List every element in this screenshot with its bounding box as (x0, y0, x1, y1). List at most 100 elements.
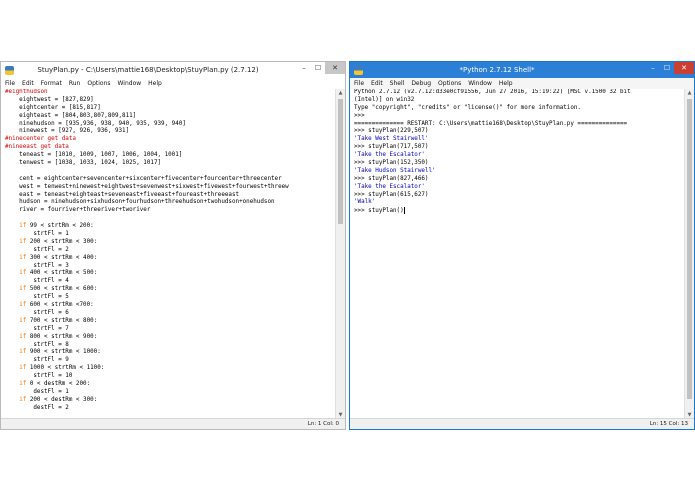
close-button[interactable]: ✕ (674, 62, 694, 74)
code-line: #nineeast get data (5, 144, 69, 151)
shell-line: 'Take West Stairwell' (354, 136, 429, 143)
close-button[interactable]: ✕ (325, 62, 345, 74)
scroll-up-icon[interactable]: ▲ (685, 89, 694, 97)
code-line: strtFl = 7 (5, 325, 69, 332)
shell-menu-file[interactable]: File (354, 80, 364, 87)
scroll-thumb[interactable] (338, 99, 343, 224)
shell-line: Type "copyright", "credits" or "license(… (354, 104, 581, 111)
code-line: if 1000 < strtRm < 1100: (19, 365, 105, 372)
code-line: river = fourriver+threeriver+tworiver (5, 207, 151, 214)
code-line: if 700 < strtRm < 800: (19, 317, 98, 324)
editor-title: StuyPlan.py - C:\Users\mattie168\Desktop… (37, 66, 259, 74)
code-line: strtFl = 5 (5, 294, 69, 301)
code-line: destFl = 2 (5, 404, 69, 411)
shell-menu-window[interactable]: Window (468, 80, 492, 87)
minimize-button[interactable]: – (646, 62, 660, 74)
shell-title: *Python 2.7.12 Shell* (459, 66, 535, 74)
editor-titlebar[interactable]: StuyPlan.py - C:\Users\mattie168\Desktop… (1, 62, 345, 78)
code-line: teneast = [1010, 1009, 1007, 1006, 1004,… (5, 152, 183, 159)
keyword-if: if (19, 333, 27, 340)
editor-menu-options[interactable]: Options (87, 80, 110, 87)
shell-line: (Intel)] on win32 (354, 96, 415, 103)
code-line: #eighthudson (5, 89, 48, 95)
shell-line: 'Walk' (354, 199, 376, 206)
shell-line: >>> stuyPlan(229,507) (354, 128, 429, 135)
shell-line: >>> stuyPlan(717,507) (354, 144, 429, 151)
shell-menu-debug[interactable]: Debug (411, 80, 431, 87)
shell-menu-shell[interactable]: Shell (390, 80, 405, 87)
shell-line: ============== RESTART: C:\Users\mattie1… (354, 120, 628, 127)
editor-menu-run[interactable]: Run (69, 80, 81, 87)
editor-window: StuyPlan.py - C:\Users\mattie168\Desktop… (0, 61, 346, 430)
editor-menu-window[interactable]: Window (118, 80, 142, 87)
keyword-if: if (19, 286, 27, 293)
shell-line: 'Take Hudson Stairwell' (354, 167, 436, 174)
code-line: strtFl = 10 (5, 373, 73, 380)
shell-vertical-scrollbar[interactable]: ▲ ▼ (684, 89, 694, 419)
keyword-if: if (19, 396, 27, 403)
shell-window: *Python 2.7.12 Shell* – ☐ ✕ File Edit Shel… (349, 61, 695, 430)
shell-console[interactable]: Python 2.7.12 (v2.7.12:d33e0cf91556, Jun… (350, 89, 694, 419)
keyword-if: if (19, 317, 27, 324)
code-text-area[interactable]: #eighthudson eightwest = [827,829] eight… (5, 89, 335, 419)
shell-menu-help[interactable]: Help (499, 80, 513, 87)
maximize-button[interactable]: ☐ (660, 62, 674, 74)
code-line: if 400 < strtRm < 500: (19, 270, 98, 277)
text-cursor (403, 207, 405, 215)
shell-line: >>> stuyPlan(827,466) (354, 175, 429, 182)
code-line: cent = eightcenter+sevencenter+sixcenter… (5, 175, 282, 182)
maximize-button[interactable]: ☐ (311, 62, 325, 74)
shell-line: >>> stuyPlan(152,350) (354, 160, 429, 167)
editor-menu-file[interactable]: File (5, 80, 15, 87)
code-editor[interactable]: #eighthudson eightwest = [827,829] eight… (1, 89, 345, 419)
shell-text-area[interactable]: Python 2.7.12 (v2.7.12:d33e0cf91556, Jun… (354, 89, 684, 419)
cursor-position: Ln: 1 Col: 0 (307, 421, 339, 427)
shell-line: Python 2.7.12 (v2.7.12:d33e0cf91556, Jun… (354, 89, 631, 95)
code-line: eightwest = [827,829] (5, 96, 94, 103)
code-line: ninewest = [927, 926, 936, 931] (5, 128, 130, 135)
code-line: destFl = 1 (5, 388, 69, 395)
editor-menubar: File Edit Format Run Options Window Help (1, 78, 345, 89)
code-line: strtFl = 9 (5, 357, 69, 364)
code-line: if 800 < strtRm < 900: (19, 333, 98, 340)
editor-menu-format[interactable]: Format (41, 80, 62, 87)
keyword-if: if (19, 270, 27, 277)
code-line: eighteast = [804,803,807,809,811] (5, 112, 137, 119)
code-line: strtFl = 4 (5, 278, 69, 285)
keyword-if: if (19, 223, 27, 230)
code-line: if 900 < strtRm < 1000: (19, 349, 101, 356)
editor-vertical-scrollbar[interactable]: ▲ ▼ (335, 89, 345, 419)
shell-titlebar[interactable]: *Python 2.7.12 Shell* – ☐ ✕ (350, 62, 694, 78)
shell-menubar: File Edit Shell Debug Options Window Help (350, 78, 694, 89)
scroll-thumb[interactable] (687, 99, 692, 399)
scroll-up-icon[interactable]: ▲ (336, 89, 345, 97)
editor-menu-help[interactable]: Help (148, 80, 162, 87)
code-line: if 200 < destRm < 300: (19, 396, 98, 403)
shell-menu-edit[interactable]: Edit (371, 80, 383, 87)
shell-menu-options[interactable]: Options (438, 80, 461, 87)
code-line: strtFl = 3 (5, 262, 69, 269)
keyword-if: if (19, 349, 27, 356)
code-line: #ninecenter get data (5, 136, 76, 143)
code-line: strtFl = 8 (5, 341, 69, 348)
code-line: ninehudson = [935,936, 938, 940, 935, 93… (5, 120, 186, 127)
shell-line: >>> stuyPlan() (354, 207, 405, 215)
code-line: eightcenter = [815,817] (5, 104, 101, 111)
editor-menu-edit[interactable]: Edit (22, 80, 34, 87)
editor-statusbar: Ln: 1 Col: 0 (1, 418, 345, 429)
shell-line: >>> stuyPlan(615,627) (354, 191, 429, 198)
code-line: strtFl = 1 (5, 231, 69, 238)
code-line: west = tenwest+ninewest+eightwest+sevenw… (5, 183, 289, 190)
shell-line: >>> (354, 112, 369, 119)
keyword-if: if (19, 254, 27, 261)
code-line: strtFl = 6 (5, 309, 69, 316)
minimize-button[interactable]: – (297, 62, 311, 74)
shell-line: 'Take the Escalator' (354, 152, 425, 159)
code-line: if 0 < destRm < 200: (19, 380, 91, 387)
cursor-position: Ln: 15 Col: 13 (649, 421, 688, 427)
shell-statusbar: Ln: 15 Col: 13 (350, 418, 694, 429)
keyword-if: if (19, 380, 27, 387)
code-line: if 300 < strtRm < 400: (19, 254, 98, 261)
